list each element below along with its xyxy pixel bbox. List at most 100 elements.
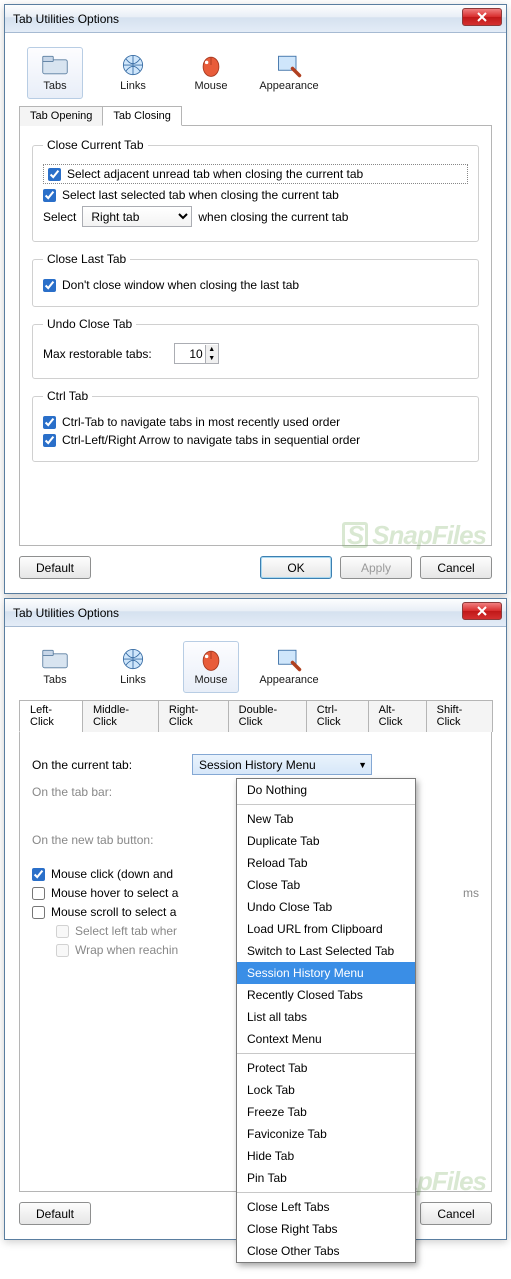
dropdown-item[interactable]: Close Tab [237,874,415,896]
dropdown-item[interactable]: Undo Close Tab [237,896,415,918]
dropdown-item[interactable]: Reload Tab [237,852,415,874]
chk-select-left [56,925,69,938]
window-title-2: Tab Utilities Options [11,606,119,620]
tab-content: Close Current Tab Select adjacent unread… [19,126,492,546]
chk-adj-unread[interactable] [48,168,61,181]
chk-mouse-hover[interactable] [32,887,45,900]
tab-appearance[interactable]: Appearance [261,47,317,99]
titlebar[interactable]: Tab Utilities Options [5,5,506,33]
mouse-icon [197,646,225,672]
dropdown-item[interactable]: Lock Tab [237,1079,415,1101]
dropdown-item[interactable]: Faviconize Tab [237,1123,415,1145]
lbl-max-restorable: Max restorable tabs: [43,347,152,361]
lbl-ctrlarrow-seq: Ctrl-Left/Right Arrow to navigate tabs i… [62,433,360,447]
dropdown-item[interactable]: Recently Closed Tabs [237,984,415,1006]
tab-mouse-2[interactable]: Mouse [183,641,239,693]
tab-links-2[interactable]: Links [105,641,161,693]
group-ctrl-tab: Ctrl Tab Ctrl-Tab to navigate tabs in mo… [32,389,479,462]
lbl-ms: ms [463,886,479,900]
row-adj-unread: Select adjacent unread tab when closing … [43,164,468,184]
lbl-select-left: Select left tab wher [75,924,177,938]
subtab-ctrl-click[interactable]: Ctrl-Click [306,700,369,732]
dropdown-current-value: Session History Menu [199,758,316,772]
chk-ctrlarrow-seq[interactable] [43,434,56,447]
mouse-content: On the current tab: Session History Menu… [19,732,492,1192]
subtab-double-click[interactable]: Double-Click [228,700,307,732]
subtab-shift-click[interactable]: Shift-Click [426,700,493,732]
cancel-button[interactable]: Cancel [420,556,492,579]
dropdown-item[interactable]: New Tab [237,808,415,830]
apply-button[interactable]: Apply [340,556,412,579]
dropdown-item[interactable]: Pin Tab [237,1167,415,1189]
titlebar-2[interactable]: Tab Utilities Options [5,599,506,627]
dropdown-item[interactable]: Protect Tab [237,1057,415,1079]
tab-tabs-label-2: Tabs [43,674,66,686]
dropdown-item[interactable]: Do Nothing [237,779,415,801]
lbl-on-tab-bar: On the tab bar: [32,785,192,799]
subtab-closing[interactable]: Tab Closing [102,106,181,126]
select-suffix: when closing the current tab [198,210,348,224]
cancel-button-2[interactable]: Cancel [420,1202,492,1225]
dropdown-item[interactable]: Hide Tab [237,1145,415,1167]
dropdown-item[interactable]: Load URL from Clipboard [237,918,415,940]
chk-last-selected[interactable] [43,189,56,202]
chk-dont-close[interactable] [43,279,56,292]
dropdown-item[interactable]: Duplicate Tab [237,830,415,852]
dialog-body: Tabs Links Mouse Appearance Tab Opening … [5,33,506,593]
spin-up[interactable]: ▲ [206,345,218,354]
lbl-mouse-hover: Mouse hover to select a [51,886,178,900]
spin-down[interactable]: ▼ [206,354,218,363]
button-row: Default OK Apply Cancel [19,556,492,579]
dropdown-item[interactable]: Close Left Tabs [237,1196,415,1218]
group-close-current: Close Current Tab Select adjacent unread… [32,138,479,242]
dialog-2: Tab Utilities Options Tabs Links Mouse A… [4,598,507,1240]
dialog-1: Tab Utilities Options Tabs Links Mouse A… [4,4,507,594]
subtab-alt-click[interactable]: Alt-Click [368,700,427,732]
tab-links-label-2: Links [120,674,146,686]
subtab-opening[interactable]: Tab Opening [19,106,103,126]
subtab-left-click[interactable]: Left-Click [19,700,83,732]
chk-mouse-click[interactable] [32,868,45,881]
tab-links[interactable]: Links [105,47,161,99]
default-button-2[interactable]: Default [19,1202,91,1225]
select-direction[interactable]: Right tab [82,206,192,227]
tab-mouse[interactable]: Mouse [183,47,239,99]
appearance-icon [275,52,303,78]
dropdown-item[interactable]: Switch to Last Selected Tab [237,940,415,962]
close-button[interactable] [462,8,502,26]
close-icon [477,12,487,22]
tab-appearance-label: Appearance [259,80,318,92]
folder-icon [41,52,69,78]
subtab-middle-click[interactable]: Middle-Click [82,700,159,732]
input-max-restorable[interactable] [175,344,205,363]
dropdown-item[interactable]: Freeze Tab [237,1101,415,1123]
dropdown-item[interactable]: Context Menu [237,1028,415,1050]
ok-button[interactable]: OK [260,556,332,579]
tab-mouse-label-2: Mouse [194,674,227,686]
dropdown-item[interactable]: Close Right Tabs [237,1218,415,1240]
top-tabstrip: Tabs Links Mouse Appearance [19,43,492,99]
tab-appearance-2[interactable]: Appearance [261,641,317,693]
default-button[interactable]: Default [19,556,91,579]
row-on-current-tab: On the current tab: Session History Menu… [32,754,479,775]
tab-tabs[interactable]: Tabs [27,47,83,99]
subtabs: Tab Opening Tab Closing [19,105,492,126]
dropdown-item[interactable]: Session History Menu [237,962,415,984]
tab-tabs-2[interactable]: Tabs [27,641,83,693]
dropdown-item[interactable]: Close Other Tabs [237,1240,415,1262]
close-button-2[interactable] [462,602,502,620]
group-close-last: Close Last Tab Don't close window when c… [32,252,479,307]
select-prefix: Select [43,210,76,224]
chk-mouse-scroll[interactable] [32,906,45,919]
lbl-adj-unread: Select adjacent unread tab when closing … [67,167,363,181]
tab-tabs-label: Tabs [43,80,66,92]
dropdown-item[interactable]: List all tabs [237,1006,415,1028]
lbl-dont-close: Don't close window when closing the last… [62,278,299,292]
lbl-on-new-tab-button: On the new tab button: [32,833,192,847]
dropdown-current-tab[interactable]: Session History Menu ▼ [192,754,372,775]
subtab-right-click[interactable]: Right-Click [158,700,229,732]
chk-ctrltab-mru[interactable] [43,416,56,429]
globe-icon [119,646,147,672]
chevron-down-icon: ▼ [358,760,367,770]
dropdown-popup[interactable]: Do Nothing New TabDuplicate TabReload Tab… [236,778,416,1263]
